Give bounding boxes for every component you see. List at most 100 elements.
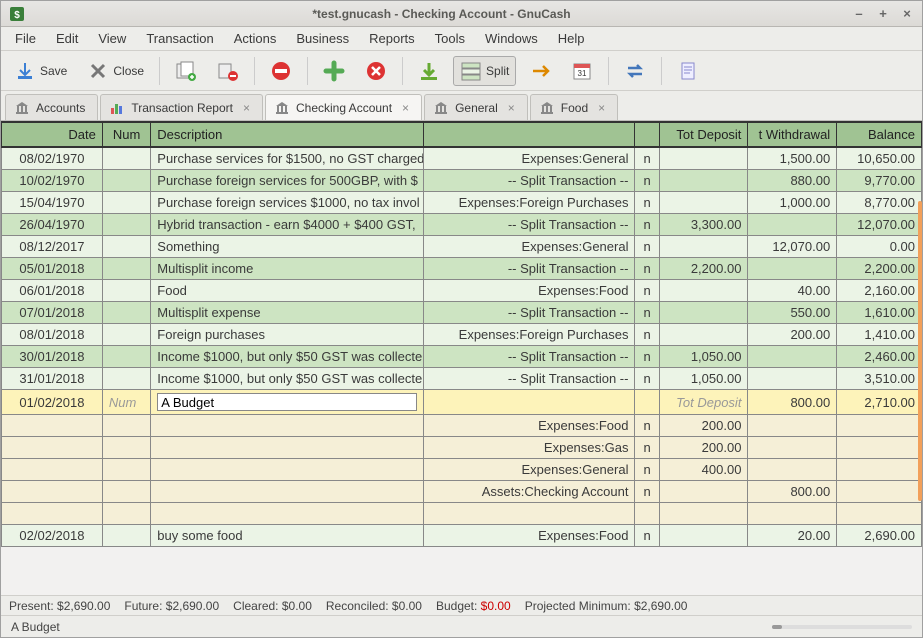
reconcile-button[interactable] [670,56,706,86]
col-r[interactable] [635,122,659,147]
cell-num[interactable] [102,280,150,302]
menu-tools[interactable]: Tools [427,28,473,49]
cell-withdraw[interactable] [748,346,837,368]
cell-deposit[interactable]: 2,200.00 [659,258,748,280]
blank-transaction-button[interactable] [411,56,447,86]
cell-transfer[interactable]: -- Split Transaction -- [423,346,635,368]
transaction-row[interactable]: 05/01/2018Multisplit income-- Split Tran… [2,258,922,280]
cell-num[interactable] [102,368,150,390]
add-button[interactable] [316,56,352,86]
cell-reconcile[interactable] [635,503,659,525]
cell-date[interactable]: 31/01/2018 [2,368,103,390]
cell-withdraw[interactable]: 550.00 [748,302,837,324]
tab-checking-account[interactable]: Checking Account × [265,94,422,120]
cell-transfer[interactable]: Expenses:General [423,236,635,258]
cell-num[interactable] [102,481,150,503]
cell-transfer[interactable]: Expenses:General [423,459,635,481]
transaction-row[interactable]: 26/04/1970Hybrid transaction - earn $400… [2,214,922,236]
cell-num[interactable] [102,437,150,459]
cell-balance[interactable]: 0.00 [837,236,922,258]
cell-num[interactable] [102,192,150,214]
split-row[interactable]: Expenses:Generaln400.00 [2,459,922,481]
cell-withdraw[interactable] [748,368,837,390]
tab-close-icon[interactable]: × [598,101,605,115]
split-row[interactable]: Assets:Checking Accountn800.00 [2,481,922,503]
cell-withdraw[interactable]: 880.00 [748,170,837,192]
cell-reconcile[interactable] [635,390,659,415]
split-row[interactable]: Expenses:Foodn200.00 [2,415,922,437]
transaction-row[interactable]: 06/01/2018FoodExpenses:Foodn40.002,160.0… [2,280,922,302]
transaction-row-active[interactable]: 01/02/2018NumTot Deposit800.002,710.00 [2,390,922,415]
transaction-row[interactable]: 10/02/1970 Purchase foreign services for … [2,170,922,192]
transaction-row[interactable]: 07/01/2018Multisplit expense-- Split Tra… [2,302,922,324]
cell-description[interactable]: Foreign purchases [151,324,423,346]
tab-close-icon[interactable]: × [402,101,409,115]
menu-business[interactable]: Business [288,28,357,49]
cell-description[interactable]: Food [151,280,423,302]
menu-transaction[interactable]: Transaction [138,28,221,49]
transaction-row[interactable]: 30/01/2018Income $1000, but only $50 GST… [2,346,922,368]
cell-balance[interactable] [837,503,922,525]
cell-deposit[interactable] [659,302,748,324]
transfer-button[interactable] [617,56,653,86]
minimize-button[interactable]: – [852,7,866,21]
cell-reconcile[interactable]: n [635,346,659,368]
cell-description[interactable] [151,481,423,503]
register[interactable]: Date Num Description Tot Deposit t Withd… [1,121,922,595]
cell-balance[interactable]: 2,160.00 [837,280,922,302]
cell-date[interactable] [2,415,103,437]
cell-transfer[interactable]: -- Split Transaction -- [423,302,635,324]
cell-deposit[interactable] [659,324,748,346]
transaction-row[interactable]: 31/01/2018Income $1000, but only $50 GST… [2,368,922,390]
cell-num[interactable] [102,236,150,258]
cell-withdraw[interactable] [748,214,837,236]
cell-transfer[interactable] [423,390,635,415]
cell-reconcile[interactable]: n [635,324,659,346]
cell-date[interactable]: 02/02/2018 [2,525,103,547]
cell-transfer[interactable]: Expenses:Gas [423,437,635,459]
cell-deposit[interactable]: 200.00 [659,437,748,459]
cell-description-edit[interactable] [151,390,423,415]
cell-date[interactable]: 15/04/1970 [2,192,103,214]
transaction-row[interactable]: 08/01/2018Foreign purchasesExpenses:Fore… [2,324,922,346]
cell-transfer[interactable]: Expenses:Food [423,525,635,547]
cell-transfer[interactable]: -- Split Transaction -- [423,170,635,192]
cell-num[interactable] [102,302,150,324]
cell-withdraw[interactable] [748,503,837,525]
duplicate-button[interactable] [168,56,204,86]
cell-reconcile[interactable]: n [635,236,659,258]
cell-transfer[interactable]: Expenses:Food [423,280,635,302]
cell-withdraw[interactable] [748,459,837,481]
description-input[interactable] [157,393,416,411]
cell-reconcile[interactable]: n [635,481,659,503]
tab-close-icon[interactable]: × [508,101,515,115]
cell-withdraw[interactable] [748,415,837,437]
cell-date[interactable]: 26/04/1970 [2,214,103,236]
cell-num[interactable] [102,346,150,368]
transaction-row[interactable]: 08/12/2017SomethingExpenses:Generaln12,0… [2,236,922,258]
cell-date[interactable] [2,503,103,525]
cell-transfer[interactable] [423,503,635,525]
cell-transfer[interactable]: Assets:Checking Account [423,481,635,503]
cell-description[interactable]: Purchase foreign services for 500GBP, wi… [151,170,423,192]
transaction-row[interactable]: 02/02/2018buy some foodExpenses:Foodn20.… [2,525,922,547]
menu-reports[interactable]: Reports [361,28,423,49]
cell-deposit[interactable]: 1,050.00 [659,368,748,390]
cell-withdraw[interactable]: 1,500.00 [748,147,837,170]
cell-num[interactable] [102,525,150,547]
cell-reconcile[interactable]: n [635,258,659,280]
cell-reconcile[interactable]: n [635,459,659,481]
cell-reconcile[interactable]: n [635,368,659,390]
menu-view[interactable]: View [90,28,134,49]
cell-description[interactable] [151,415,423,437]
vertical-scrollbar[interactable] [918,201,922,501]
cell-transfer[interactable]: Expenses:General [423,147,635,170]
cell-reconcile[interactable]: n [635,170,659,192]
cell-date[interactable]: 10/02/1970 [2,170,103,192]
cell-deposit[interactable] [659,147,748,170]
cell-description[interactable]: Multisplit income [151,258,423,280]
cell-deposit[interactable] [659,503,748,525]
cell-deposit[interactable]: 1,050.00 [659,346,748,368]
cell-deposit[interactable] [659,192,748,214]
cell-transfer[interactable]: Expenses:Foreign Purchases [423,192,635,214]
